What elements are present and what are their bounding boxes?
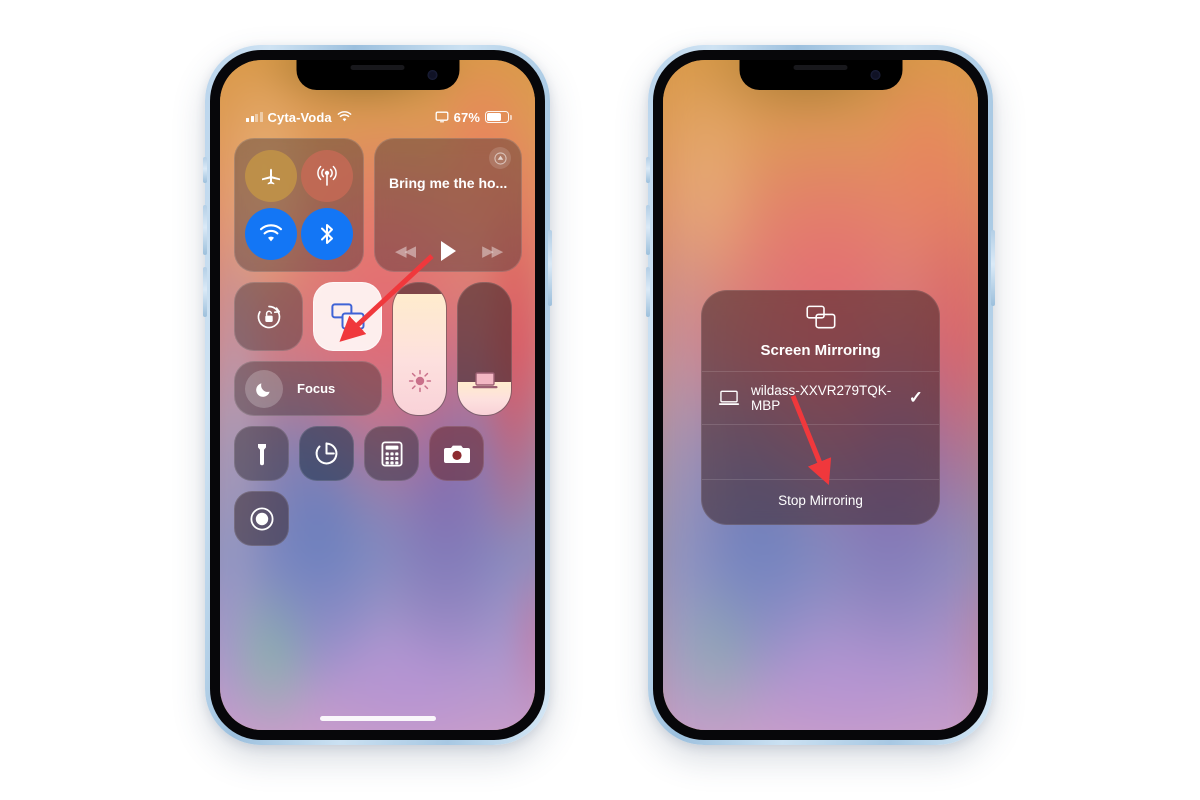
earpiece-speaker-icon	[793, 65, 848, 70]
power-button[interactable]	[548, 230, 552, 306]
rotation-lock-button[interactable]	[234, 282, 303, 351]
airplay-audio-icon	[494, 151, 507, 165]
now-playing-module[interactable]: Bring me the ho... ◀◀ ▶▶	[374, 138, 523, 272]
home-indicator[interactable]	[319, 716, 436, 721]
battery-percent-label: 67%	[453, 109, 480, 125]
airplane-icon	[262, 168, 280, 185]
screenshot-canvas: Cyta-Voda 67% Bring me the ho... ◀◀ ▶▶ F…	[0, 0, 1200, 800]
volume-down-button[interactable]	[646, 267, 650, 317]
fast-forward-button[interactable]: ▶▶	[482, 242, 503, 260]
volume-down-button[interactable]	[203, 267, 207, 317]
phone-bezel: Cyta-Voda 67% Bring me the ho... ◀◀ ▶▶ F…	[210, 50, 545, 740]
laptop-output-icon	[470, 370, 500, 399]
device-name: wildass-XXVR279TQK-MBP	[751, 383, 892, 413]
silent-switch[interactable]	[203, 157, 207, 183]
laptop-icon	[718, 390, 740, 405]
sliders-group	[392, 282, 512, 416]
power-button[interactable]	[991, 230, 995, 306]
screen-mirroring-indicator-icon	[435, 111, 449, 123]
control-center-middle-row: Focus	[234, 282, 521, 416]
screen-mirroring-icon	[805, 305, 835, 329]
control-center-top-row: Bring me the ho... ◀◀ ▶▶	[234, 138, 523, 272]
bluetooth-button[interactable]	[301, 208, 353, 260]
brightness-sun-icon	[407, 368, 433, 399]
airplay-audio-button[interactable]	[489, 147, 512, 169]
screen-mirroring-tile[interactable]	[313, 282, 382, 351]
bluetooth-icon	[321, 224, 333, 244]
play-button[interactable]	[440, 241, 456, 261]
status-bar: Cyta-Voda 67%	[220, 108, 535, 126]
screen-mirroring-panel: Screen Mirroring wildass-XXVR279TQK-MBP …	[701, 290, 940, 525]
battery-icon	[485, 111, 512, 123]
front-camera-icon	[870, 70, 880, 80]
stop-mirroring-button[interactable]: Stop Mirroring	[702, 479, 939, 524]
annotation-arrows	[339, 254, 832, 486]
rewind-button[interactable]: ◀◀	[395, 242, 416, 260]
connectivity-module[interactable]	[234, 138, 364, 272]
panel-header: Screen Mirroring	[702, 291, 939, 371]
middle-left-group: Focus	[234, 282, 382, 416]
cellular-data-button[interactable]	[301, 150, 353, 202]
camera-button[interactable]	[429, 426, 484, 481]
silent-switch[interactable]	[646, 157, 650, 183]
control-center: Bring me the ho... ◀◀ ▶▶ Focus	[234, 138, 523, 546]
volume-up-button[interactable]	[646, 205, 650, 255]
wifi-icon	[337, 111, 352, 122]
panel-title: Screen Mirroring	[760, 342, 881, 359]
focus-label: Focus	[297, 381, 336, 396]
flashlight-button[interactable]	[234, 426, 289, 481]
phone-right: Screen Mirroring wildass-XXVR279TQK-MBP …	[646, 45, 995, 745]
screen-record-icon	[249, 506, 274, 531]
phone-screen-right: Screen Mirroring wildass-XXVR279TQK-MBP …	[663, 60, 978, 730]
track-title: Bring me the ho...	[389, 175, 508, 191]
screen-record-button[interactable]	[234, 491, 289, 546]
shortcut-grid	[234, 426, 521, 546]
earpiece-speaker-icon	[350, 65, 405, 70]
wifi-button[interactable]	[245, 208, 297, 260]
toggle-pair	[234, 282, 382, 351]
timer-button[interactable]	[299, 426, 354, 481]
front-camera-icon	[427, 70, 437, 80]
brightness-slider[interactable]	[392, 282, 447, 416]
cellular-antenna-icon	[317, 165, 337, 186]
flashlight-icon	[257, 443, 266, 465]
notch	[296, 60, 459, 90]
calculator-icon	[380, 440, 403, 467]
device-row[interactable]: wildass-XXVR279TQK-MBP ✓	[702, 371, 939, 424]
panel-empty-space	[702, 424, 939, 479]
volume-slider[interactable]	[457, 282, 512, 416]
carrier-label: Cyta-Voda	[267, 109, 332, 125]
cellular-bars-icon	[246, 112, 263, 122]
volume-up-button[interactable]	[203, 205, 207, 255]
calculator-button[interactable]	[364, 426, 419, 481]
rotation-lock-icon	[257, 305, 280, 328]
media-transport-controls: ◀◀ ▶▶	[389, 241, 507, 261]
phone-screen-left: Cyta-Voda 67% Bring me the ho... ◀◀ ▶▶ F…	[220, 60, 535, 730]
wifi-icon	[259, 224, 283, 242]
checkmark-icon: ✓	[908, 388, 923, 407]
phone-left: Cyta-Voda 67% Bring me the ho... ◀◀ ▶▶ F…	[203, 45, 552, 745]
stop-mirroring-label: Stop Mirroring	[778, 493, 863, 508]
notch	[739, 60, 902, 90]
timer-icon	[315, 442, 338, 465]
screen-mirroring-icon	[330, 302, 364, 329]
airplane-mode-button[interactable]	[245, 150, 297, 202]
phone-bezel: Screen Mirroring wildass-XXVR279TQK-MBP …	[653, 50, 988, 740]
camera-icon	[443, 445, 470, 463]
moon-icon	[245, 369, 283, 408]
focus-tile[interactable]: Focus	[234, 361, 382, 416]
